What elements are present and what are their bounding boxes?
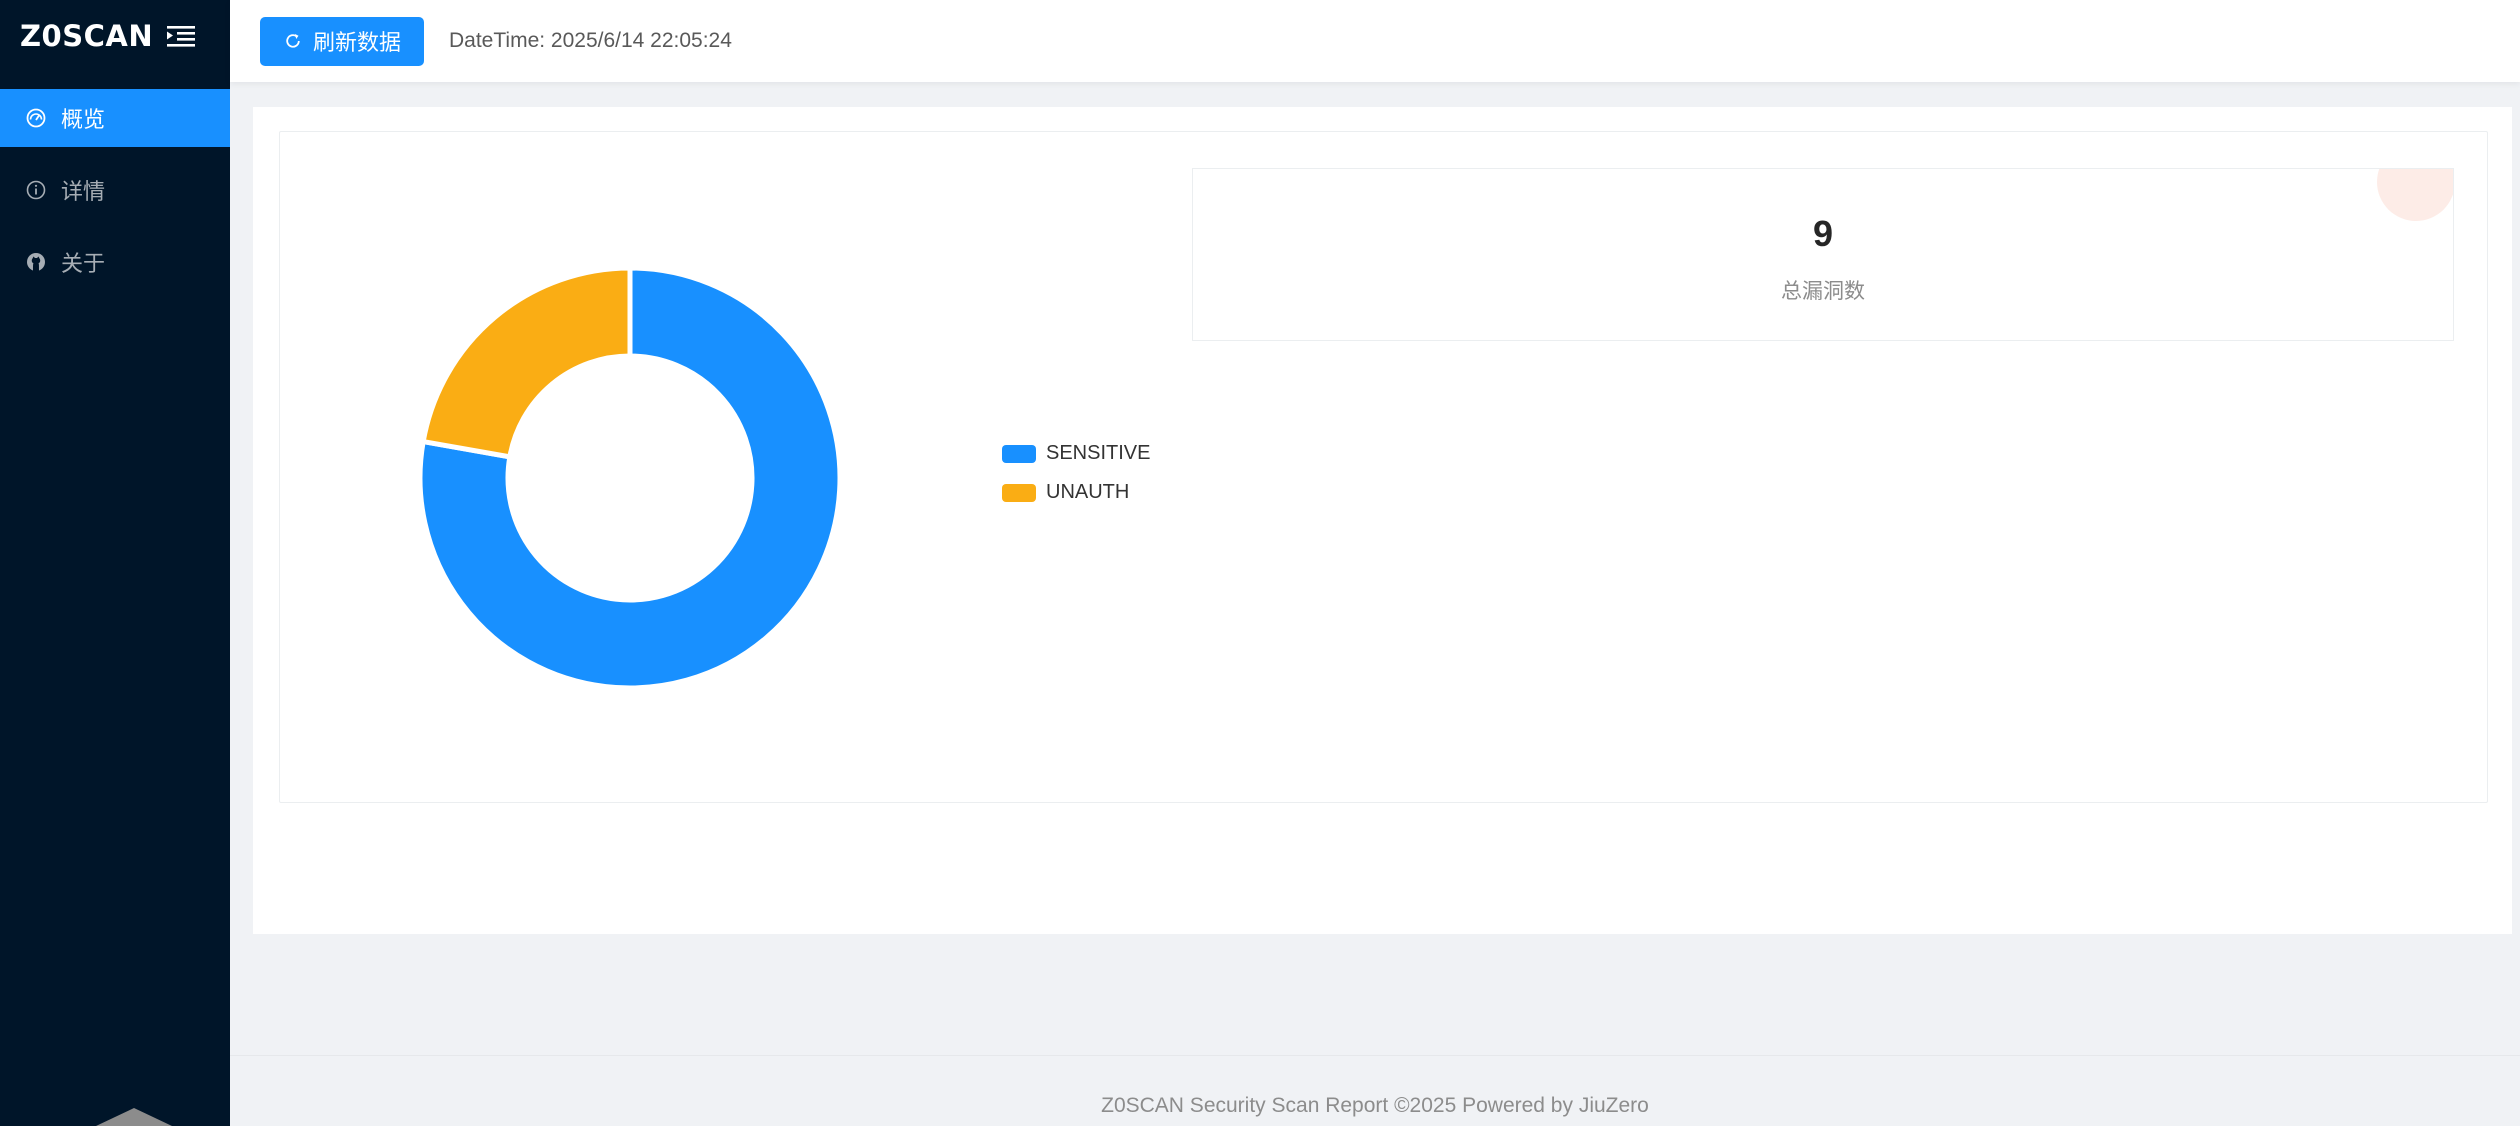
- sidebar: Z0SCAN 概览 详情 关于: [0, 0, 230, 1126]
- sidebar-decoration: [96, 1108, 172, 1126]
- refresh-data-button[interactable]: 刷新数据: [260, 16, 424, 66]
- sidebar-item-details[interactable]: 详情: [0, 161, 230, 219]
- total-vulns-label: 总漏洞数: [1781, 280, 1865, 303]
- menu-fold-icon[interactable]: [167, 24, 196, 48]
- sidebar-nav: 概览 详情 关于: [0, 89, 230, 291]
- chart-legend: SENSITIVE UNAUTH: [1002, 434, 1150, 512]
- reload-icon: [283, 31, 303, 51]
- sidebar-item-about[interactable]: 关于: [0, 233, 230, 291]
- overview-card: SENSITIVE UNAUTH 9 总漏洞数: [279, 131, 2488, 803]
- github-icon: [25, 251, 47, 273]
- footer-divider: [230, 1055, 2520, 1056]
- legend-swatch: [1002, 483, 1036, 502]
- sidebar-item-overview[interactable]: 概览: [0, 89, 230, 147]
- legend-label: SENSITIVE: [1046, 442, 1151, 464]
- sidebar-item-label: 概览: [61, 107, 106, 132]
- legend-swatch: [1002, 444, 1036, 463]
- dashboard-icon: [25, 107, 47, 129]
- legend-label: UNAUTH: [1046, 481, 1130, 503]
- donut-slice-unauth[interactable]: [420, 265, 633, 460]
- total-vulns-stat-card: 9 总漏洞数: [1192, 168, 2454, 341]
- vulnerability-donut-chart: [417, 265, 843, 691]
- main-content: SENSITIVE UNAUTH 9 总漏洞数: [253, 107, 2512, 934]
- logo-row: Z0SCAN: [0, 0, 230, 72]
- refresh-button-label: 刷新数据: [312, 30, 401, 55]
- total-vulns-value: 9: [1812, 213, 1834, 254]
- sidebar-item-label: 关于: [61, 251, 106, 276]
- datetime-text: DateTime: 2025/6/14 22:05:24: [449, 29, 732, 52]
- footer-text: Z0SCAN Security Scan Report ©2025 Powere…: [1101, 1094, 1649, 1117]
- header-bar: 刷新数据 DateTime: 2025/6/14 22:05:24: [230, 0, 2520, 82]
- legend-item-unauth[interactable]: UNAUTH: [1002, 473, 1150, 512]
- sidebar-item-label: 详情: [61, 179, 106, 204]
- info-circle-icon: [25, 179, 47, 201]
- legend-item-sensitive[interactable]: SENSITIVE: [1002, 434, 1150, 473]
- app-logo: Z0SCAN: [20, 19, 154, 53]
